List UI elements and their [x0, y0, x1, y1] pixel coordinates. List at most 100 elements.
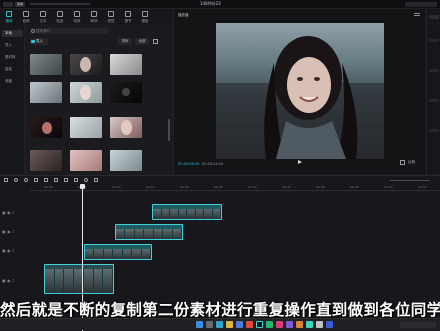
system-tray[interactable] — [400, 322, 436, 328]
ruler-tick: 00:20 — [180, 185, 189, 189]
tool-adjust[interactable]: 调节 — [120, 10, 136, 23]
tool-template[interactable]: 模板 — [137, 10, 153, 23]
media-thumbnail[interactable] — [110, 54, 142, 75]
menu-button[interactable]: 菜单 — [15, 2, 25, 7]
playhead-handle[interactable] — [80, 184, 85, 189]
track-controls[interactable]: ▣ ◉ ♪ — [2, 278, 14, 283]
sidebar-item-local[interactable]: 本地 — [2, 30, 23, 37]
property-row[interactable] — [429, 99, 439, 102]
track-controls[interactable]: ▣ ◉ ♪ — [2, 229, 14, 234]
ratio-button[interactable]: 比例 — [408, 160, 415, 165]
media-thumbnail[interactable] — [70, 117, 102, 138]
app-taskbar-icon[interactable] — [296, 321, 303, 328]
filter-button[interactable]: 全部 — [135, 38, 149, 45]
fullscreen-icon[interactable] — [400, 160, 405, 165]
os-taskbar — [0, 318, 440, 330]
preview-frame-art — [216, 36, 384, 159]
mirror-icon[interactable] — [74, 178, 78, 182]
grid-view-icon[interactable] — [153, 39, 158, 44]
video-subtitle: 然后就是不断的复制第二份素材进行重复操作直到做到各位同学 — [0, 301, 440, 319]
property-row[interactable] — [429, 39, 439, 42]
tool-effects[interactable]: 特效 — [69, 10, 85, 23]
media-thumbnail[interactable] — [110, 117, 142, 138]
tool-transition[interactable]: 转场 — [86, 10, 102, 23]
media-thumbnail[interactable] — [30, 82, 62, 103]
search-taskbar-icon[interactable] — [206, 321, 213, 328]
sidebar-item-smart[interactable]: 智能 — [2, 66, 23, 73]
crop-icon[interactable] — [94, 178, 98, 182]
app-taskbar-icon[interactable] — [266, 321, 273, 328]
redo-icon[interactable] — [24, 178, 28, 182]
video-preview[interactable] — [216, 23, 384, 159]
template-icon — [142, 11, 148, 17]
store-icon[interactable] — [236, 321, 243, 328]
video-clip[interactable] — [84, 244, 152, 260]
edge-icon[interactable] — [216, 321, 223, 328]
freeze-icon[interactable] — [54, 178, 58, 182]
app-taskbar-icon[interactable] — [276, 321, 283, 328]
ruler-tick: 00:45 — [350, 185, 359, 189]
sticker-icon — [57, 11, 63, 17]
property-row[interactable] — [429, 69, 439, 72]
chrome-icon[interactable] — [246, 321, 253, 328]
tool-filter[interactable]: 滤镜 — [103, 10, 119, 23]
track-controls[interactable]: ▣ ◉ ♪ — [2, 210, 14, 215]
track-controls[interactable]: ▣ ◉ ♪ — [2, 248, 14, 253]
preview-player: 播放器 00:00:08:20 00:00:24:20 比例 — [173, 9, 425, 174]
sidebar-item-favorites[interactable]: 收藏 — [2, 78, 23, 85]
video-clip[interactable] — [115, 224, 183, 240]
media-thumbnail[interactable] — [70, 150, 102, 171]
folder-taskbar-icon[interactable] — [226, 321, 233, 328]
app-taskbar-icon[interactable] — [316, 321, 323, 328]
current-time: 00:00:08:20 — [178, 162, 200, 166]
media-scrollbar[interactable] — [168, 119, 170, 141]
sidebar-item-import[interactable]: 导入 — [2, 42, 23, 49]
player-title: 播放器 — [178, 13, 189, 17]
folder-icon — [31, 40, 35, 43]
total-time: 00:00:24:20 — [202, 162, 224, 166]
property-tab[interactable] — [429, 15, 439, 19]
window-controls[interactable] — [405, 2, 437, 7]
media-thumbnail[interactable] — [30, 117, 62, 138]
time-ruler[interactable]: 00:00 00:05 00:10 00:15 00:20 00:25 00:3… — [30, 185, 440, 191]
tool-audio[interactable]: 音频 — [18, 10, 34, 23]
media-thumbnail[interactable] — [110, 150, 142, 171]
rotate-icon[interactable] — [84, 178, 88, 182]
windows-icon[interactable] — [196, 321, 203, 328]
media-thumbnail[interactable] — [30, 150, 62, 171]
adjust-icon — [125, 11, 131, 17]
sidebar-item-library[interactable]: 素材库 — [2, 54, 23, 61]
ruler-tick: 00:15 — [146, 185, 155, 189]
reverse-icon[interactable] — [64, 178, 68, 182]
audio-icon — [23, 11, 29, 17]
tool-media[interactable]: 媒体 — [1, 10, 17, 23]
play-button[interactable] — [298, 160, 302, 164]
media-thumbnail[interactable] — [30, 54, 62, 75]
tiktok-icon[interactable] — [256, 321, 263, 328]
project-name — [30, 3, 90, 5]
app-taskbar-icon[interactable] — [326, 321, 333, 328]
player-menu-icon[interactable] — [414, 13, 420, 16]
app-taskbar-icon[interactable] — [286, 321, 293, 328]
media-icon — [6, 11, 12, 17]
undo-icon[interactable] — [14, 178, 18, 182]
app-taskbar-icon[interactable] — [306, 321, 313, 328]
select-tool-icon[interactable] — [4, 178, 8, 182]
search-input[interactable]: 搜索素材 — [30, 28, 108, 34]
tool-text[interactable]: 文本 — [35, 10, 51, 23]
search-icon — [31, 29, 35, 33]
media-thumbnail[interactable] — [70, 82, 102, 103]
zoom-slider[interactable] — [390, 180, 430, 181]
split-icon[interactable] — [34, 178, 38, 182]
main-video-clip[interactable] — [44, 264, 114, 294]
tool-sticker[interactable]: 贴纸 — [52, 10, 68, 23]
media-thumbnail[interactable] — [110, 82, 142, 103]
sort-button[interactable]: 排序 — [118, 38, 132, 45]
media-thumbnail[interactable] — [70, 54, 102, 75]
property-row[interactable] — [429, 129, 439, 132]
ruler-tick: 00:25 — [214, 185, 223, 189]
video-clip[interactable] — [152, 204, 222, 220]
ruler-tick: 00:50 — [384, 185, 393, 189]
effects-icon — [74, 11, 80, 17]
delete-icon[interactable] — [44, 178, 48, 182]
